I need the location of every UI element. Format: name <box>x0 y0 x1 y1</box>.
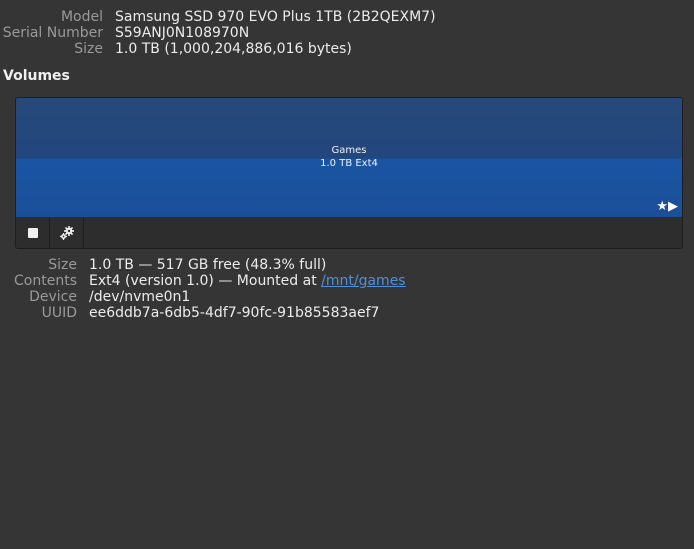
mounted-star-play-icon: ★▶ <box>656 199 678 214</box>
volume-contents-value: Ext4 (version 1.0) — Mounted at /mnt/gam… <box>89 273 406 289</box>
disk-model-label: Model <box>60 9 103 25</box>
partition-size: 1.0 TB Ext4 <box>320 158 378 169</box>
disk-size-label: Size <box>74 41 103 57</box>
volume-device-label: Device <box>29 289 77 305</box>
stop-square-icon <box>27 228 38 238</box>
volume-uuid-value: ee6ddb7a-6db5-4df7-90fc-91b85583aef7 <box>89 305 380 321</box>
volume-contents-label: Contents <box>14 273 77 289</box>
volumes-heading: Volumes <box>3 68 70 84</box>
volume-map: Games 1.0 TB Ext4 ★▶ <box>15 97 683 249</box>
volume-size-value: 1.0 TB — 517 GB free (48.3% full) <box>89 257 327 273</box>
partition-name: Games <box>331 145 367 156</box>
disk-size-value: 1.0 TB (1,000,204,886,016 bytes) <box>115 41 352 57</box>
mount-point-link[interactable]: /mnt/games <box>321 273 405 289</box>
volume-uuid-label: UUID <box>41 305 77 321</box>
disk-serial-value: S59ANJ0N108970N <box>115 25 250 41</box>
gears-icon <box>59 226 74 240</box>
disk-serial-label: Serial Number <box>2 25 103 41</box>
volume-toolbar <box>16 217 682 248</box>
volume-size-label: Size <box>48 257 77 273</box>
disk-view: Model Samsung SSD 970 EVO Plus 1TB (2B2Q… <box>0 0 694 549</box>
partition-options-button[interactable] <box>50 217 84 248</box>
contents-text: Ext4 (version 1.0) — Mounted at <box>89 273 322 289</box>
volume-device-value: /dev/nvme0n1 <box>89 289 191 305</box>
unmount-button[interactable] <box>16 217 50 248</box>
partition-games[interactable]: Games 1.0 TB Ext4 ★▶ <box>16 98 682 217</box>
disk-model-value: Samsung SSD 970 EVO Plus 1TB (2B2QEXM7) <box>115 9 436 25</box>
